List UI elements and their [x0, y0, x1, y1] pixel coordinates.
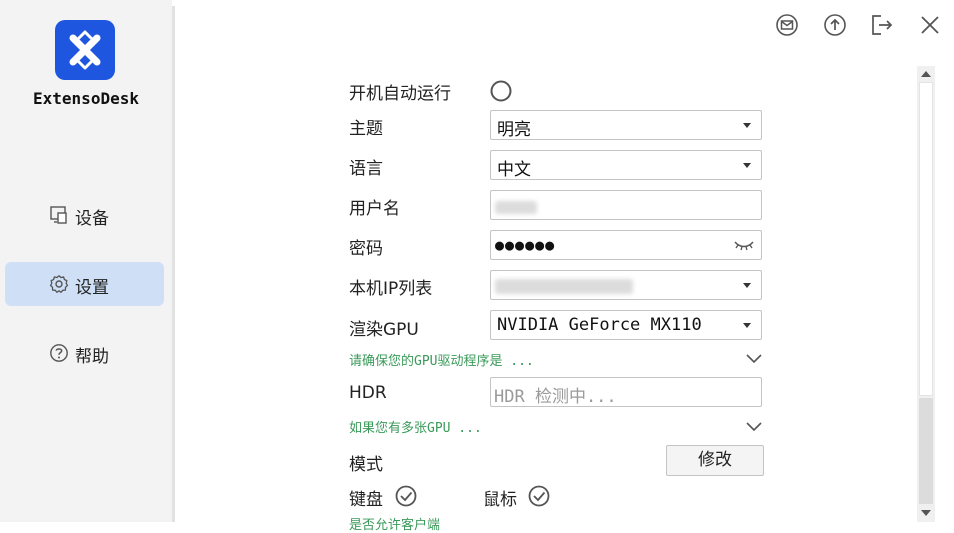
theme-label: 主题	[349, 119, 383, 139]
language-value: 中文	[497, 160, 531, 180]
settings-panel: 开机自动运行 主题 明亮 语言 中文 用户名 密码 ●●●●●● 本机IP列表 …	[176, 0, 916, 533]
app-name: ExtensoDesk	[33, 89, 139, 108]
device-icon	[50, 206, 67, 224]
redacted-text	[495, 279, 633, 294]
scrollbar-track-lower[interactable]	[919, 398, 933, 504]
app-logo	[55, 20, 115, 80]
sidebar: ExtensoDesk 设备 设置 帮助	[0, 0, 172, 522]
hdr-label: HDR	[349, 383, 387, 403]
mouse-check-icon[interactable]	[528, 485, 550, 507]
password-value: ●●●●●●	[495, 236, 556, 254]
client-hint: 是否允许客户端	[349, 518, 441, 533]
theme-select[interactable]: 明亮	[490, 110, 762, 140]
password-label: 密码	[349, 239, 383, 259]
sidebar-item-label: 设置	[75, 278, 109, 298]
sidebar-item-help[interactable]: 帮助	[5, 331, 164, 375]
redacted-text	[495, 201, 537, 214]
chevron-down-icon[interactable]	[746, 422, 762, 432]
modify-button[interactable]: 修改	[666, 445, 764, 476]
sidebar-item-label: 帮助	[75, 347, 109, 367]
sidebar-item-label: 设备	[75, 209, 109, 229]
autostart-label: 开机自动运行	[349, 84, 451, 104]
sidebar-item-device[interactable]: 设备	[5, 193, 164, 237]
hdr-placeholder: HDR 检测中...	[494, 387, 617, 407]
mouse-label: 鼠标	[483, 490, 517, 510]
gpu-label: 渲染GPU	[349, 320, 419, 340]
help-icon	[50, 344, 68, 362]
gear-icon	[49, 274, 69, 294]
chevron-down-icon[interactable]	[746, 354, 762, 364]
keyboard-label: 键盘	[349, 490, 383, 510]
scrollbar-thumb[interactable]	[919, 82, 933, 396]
chevron-down-icon	[743, 123, 751, 128]
keyboard-check-icon[interactable]	[395, 485, 417, 507]
language-label: 语言	[349, 159, 383, 179]
scroll-up-arrow[interactable]	[921, 71, 931, 77]
username-field[interactable]	[490, 190, 762, 220]
language-select[interactable]: 中文	[490, 150, 762, 180]
scroll-down-arrow[interactable]	[921, 510, 931, 516]
chevron-down-icon	[743, 163, 751, 168]
multi-gpu-hint[interactable]: 如果您有多张GPU ...	[349, 417, 482, 436]
mode-label: 模式	[349, 455, 383, 475]
sidebar-divider	[172, 6, 175, 522]
eye-closed-icon[interactable]	[733, 238, 755, 252]
username-label: 用户名	[349, 199, 400, 219]
gpu-value: NVIDIA GeForce MX110	[497, 315, 702, 335]
sidebar-item-settings[interactable]: 设置	[5, 262, 164, 306]
gpu-hint[interactable]: 请确保您的GPU驱动程序是 ...	[349, 350, 534, 369]
password-field[interactable]: ●●●●●●	[490, 230, 762, 260]
autostart-radio[interactable]	[490, 80, 512, 102]
ip-list-select[interactable]	[490, 270, 762, 300]
theme-value: 明亮	[497, 120, 531, 140]
chevron-down-icon	[743, 323, 751, 328]
close-icon[interactable]	[918, 13, 942, 37]
hdr-field[interactable]: HDR 检测中...	[490, 377, 762, 407]
gpu-select[interactable]: NVIDIA GeForce MX110	[490, 310, 762, 340]
ip-list-label: 本机IP列表	[349, 279, 433, 299]
chevron-down-icon	[743, 283, 751, 288]
